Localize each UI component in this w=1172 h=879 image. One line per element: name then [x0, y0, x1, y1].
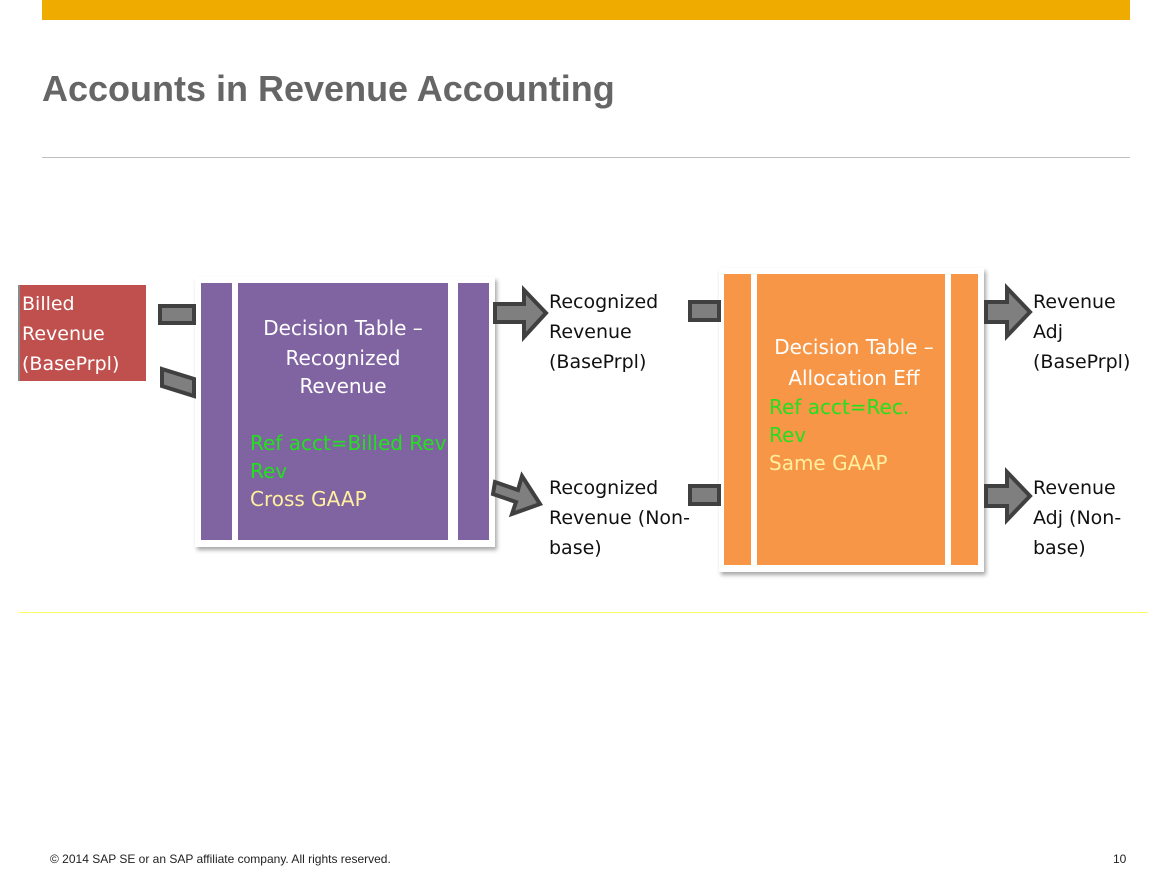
connector-stub-billed-top: [160, 306, 194, 323]
connector-stub-dt2-top: [690, 302, 719, 320]
yellow-divider: [18, 612, 1148, 613]
connector-stub-dt2-bottom: [690, 486, 719, 504]
page-number: 10: [1113, 852, 1126, 866]
arrow-right-icon: [495, 290, 546, 337]
footer-copyright: © 2014 SAP SE or an SAP affiliate compan…: [50, 852, 391, 866]
arrow-right-icon: [986, 472, 1030, 520]
arrow-right-icon: [986, 288, 1030, 336]
arrow-diagonal-icon: [493, 476, 540, 514]
connector-stub-billed-bottom: [162, 369, 194, 396]
connector-overlay: [0, 0, 1172, 879]
